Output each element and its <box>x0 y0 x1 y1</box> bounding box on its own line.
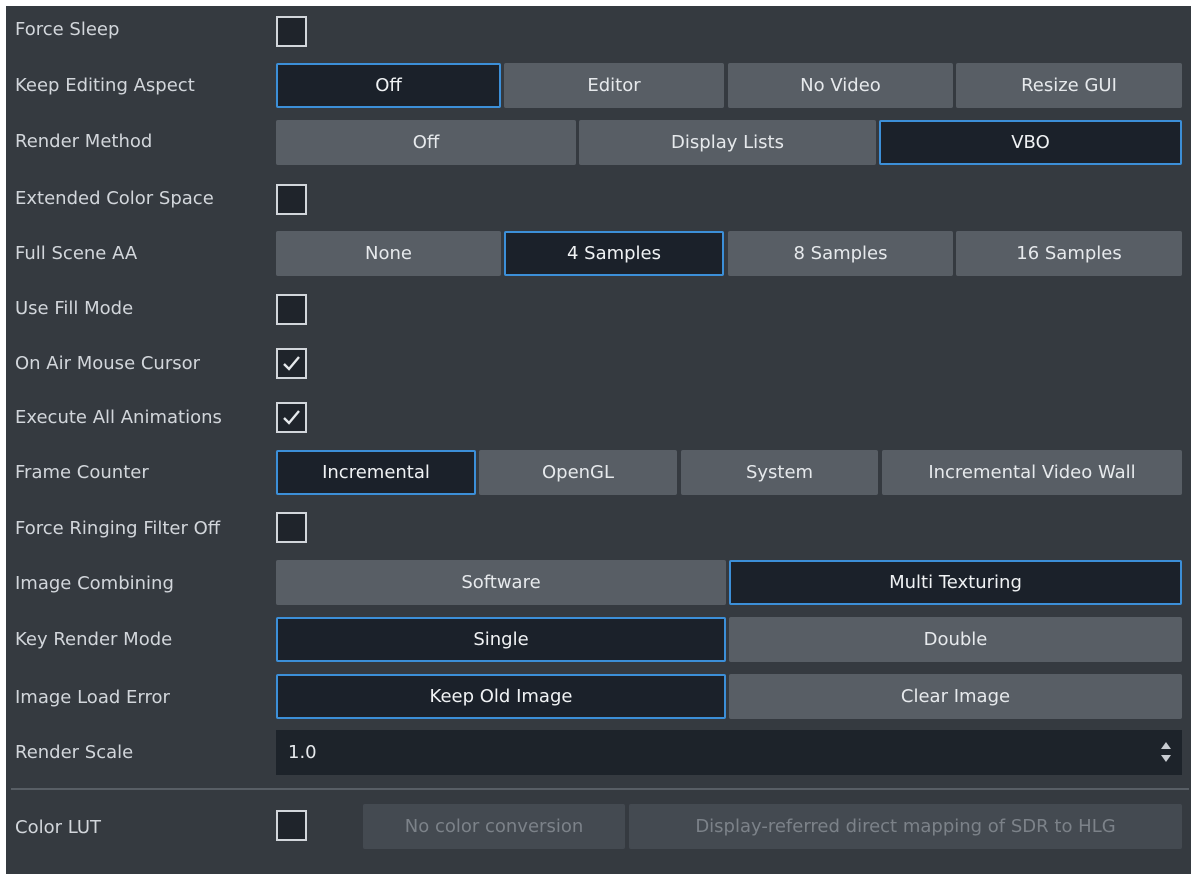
check-icon <box>283 410 300 425</box>
image-load-error-keep-old-image-button[interactable]: Keep Old Image <box>276 674 726 719</box>
on-air-mouse-cursor-label: On Air Mouse Cursor <box>15 353 201 374</box>
render-method-vbo-button[interactable]: VBO <box>879 120 1182 165</box>
image-combining-multi-texturing-button[interactable]: Multi Texturing <box>729 560 1182 605</box>
execute-all-animations-label: Execute All Animations <box>15 407 222 428</box>
use-fill-mode-label: Use Fill Mode <box>15 298 134 319</box>
image-load-error-clear-image-button[interactable]: Clear Image <box>729 674 1182 719</box>
keep-editing-aspect-no-video-button[interactable]: No Video <box>728 63 953 108</box>
render-scale-value[interactable]: 1.0 <box>288 742 317 763</box>
render-method-off-button[interactable]: Off <box>276 120 576 165</box>
keep-editing-aspect-editor-button[interactable]: Editor <box>504 63 724 108</box>
frame-counter-label: Frame Counter <box>15 462 149 483</box>
key-render-mode-label: Key Render Mode <box>15 629 173 650</box>
image-combining-software-button[interactable]: Software <box>276 560 726 605</box>
render-method-label: Render Method <box>15 131 153 152</box>
render-method-display-lists-button[interactable]: Display Lists <box>579 120 876 165</box>
frame-counter-incremental-button[interactable]: Incremental <box>276 450 476 495</box>
execute-all-animations-checkbox[interactable] <box>276 402 307 433</box>
image-combining-label: Image Combining <box>15 573 174 594</box>
force-ringing-filter-off-label: Force Ringing Filter Off <box>15 518 221 539</box>
force-sleep-label: Force Sleep <box>15 19 120 40</box>
extended-color-space-checkbox[interactable] <box>276 184 307 215</box>
render-scale-spinbox[interactable]: 1.0 <box>276 730 1182 775</box>
full-scene-aa-label: Full Scene AA <box>15 243 138 264</box>
key-render-mode-single-button[interactable]: Single <box>276 617 726 662</box>
color-lut-no-color-conversion-button[interactable]: No color conversion <box>363 804 625 849</box>
spinner-arrows-icon[interactable] <box>1160 739 1172 765</box>
full-scene-aa-8-samples-button[interactable]: 8 Samples <box>728 231 953 276</box>
keep-editing-aspect-off-button[interactable]: Off <box>276 63 501 108</box>
color-lut-checkbox[interactable] <box>276 810 307 841</box>
render-scale-label: Render Scale <box>15 742 134 763</box>
full-scene-aa-none-button[interactable]: None <box>276 231 501 276</box>
keep-editing-aspect-resize-gui-button[interactable]: Resize GUI <box>956 63 1182 108</box>
frame-counter-system-button[interactable]: System <box>681 450 878 495</box>
keep-editing-aspect-label: Keep Editing Aspect <box>15 75 195 96</box>
extended-color-space-label: Extended Color Space <box>15 188 214 209</box>
force-ringing-filter-off-checkbox[interactable] <box>276 512 307 543</box>
color-lut-sdr-to-hlg-button[interactable]: Display-referred direct mapping of SDR t… <box>629 804 1182 849</box>
on-air-mouse-cursor-checkbox[interactable] <box>276 348 307 379</box>
use-fill-mode-checkbox[interactable] <box>276 294 307 325</box>
settings-panel: Force Sleep Keep Editing Aspect Off Edit… <box>6 6 1191 874</box>
frame-counter-opengl-button[interactable]: OpenGL <box>479 450 677 495</box>
divider <box>11 788 1189 790</box>
key-render-mode-double-button[interactable]: Double <box>729 617 1182 662</box>
full-scene-aa-4-samples-button[interactable]: 4 Samples <box>504 231 724 276</box>
image-load-error-label: Image Load Error <box>15 687 170 708</box>
force-sleep-checkbox[interactable] <box>276 16 307 47</box>
color-lut-label: Color LUT <box>15 817 102 838</box>
frame-counter-incremental-video-wall-button[interactable]: Incremental Video Wall <box>882 450 1182 495</box>
full-scene-aa-16-samples-button[interactable]: 16 Samples <box>956 231 1182 276</box>
check-icon <box>283 356 300 371</box>
